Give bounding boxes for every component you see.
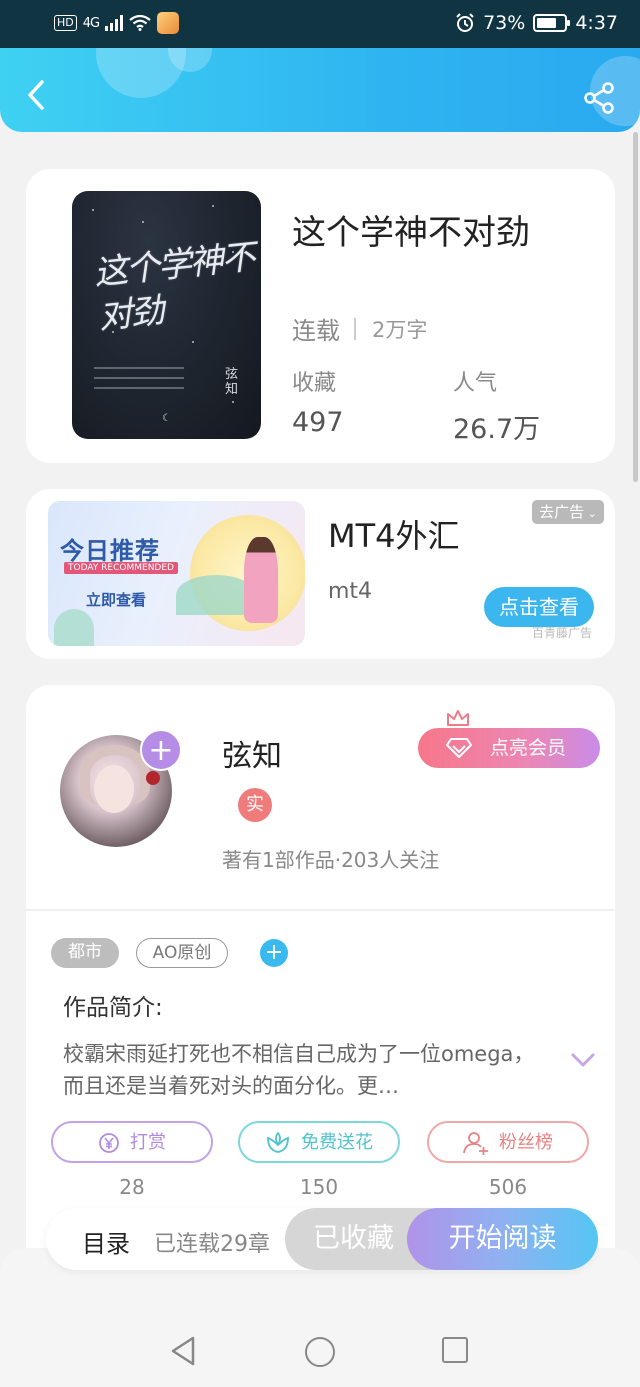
book-status-row: 连载 2万字 [292, 311, 427, 346]
tag-ao-original[interactable]: AO原创 [136, 938, 228, 968]
cover-star [212, 205, 214, 207]
ad-image-subtitle: TODAY RECOMMENDED [64, 562, 178, 574]
status-bar: HD 4G 73% 4:37 [0, 0, 640, 48]
yen-coin-icon [99, 1133, 119, 1153]
circle-home-icon[interactable] [305, 1337, 335, 1367]
avatar-face-shape [94, 765, 134, 813]
toc-button[interactable]: 目录 [82, 1224, 130, 1259]
ad-image-title: 今日推荐 [60, 537, 160, 565]
intro-title: 作品简介: [63, 995, 163, 1021]
cover-star [142, 221, 144, 223]
chevron-down-icon: ⌄ [584, 507, 597, 520]
ad-title: MT4外汇 [328, 517, 460, 555]
word-count: 2万字 [372, 317, 428, 342]
favorites-label: 收藏 [292, 371, 337, 396]
popularity-value: 26.7万 [453, 414, 541, 445]
cover-star [192, 341, 194, 343]
hd-indicator: HD [54, 15, 77, 31]
clock: 4:37 [575, 12, 618, 34]
section-divider [26, 909, 615, 911]
plus-icon: + [264, 940, 284, 965]
ad-subtitle: mt4 [328, 579, 373, 604]
ad-card[interactable]: 今日推荐 TODAY RECOMMENDED 立即查看 MT4外汇 mt4 去广… [26, 489, 615, 659]
favorites-value: 497 [292, 407, 344, 438]
reward-label: 打赏 [130, 1132, 166, 1153]
fan-ranking-button[interactable]: 粉丝榜 [427, 1121, 589, 1163]
back-button[interactable] [22, 78, 52, 112]
tag-city[interactable]: 都市 [51, 938, 119, 968]
network-indicator: 4G [82, 15, 100, 31]
bottom-action-bar: 目录 已连载29章 已收藏 开始阅读 [46, 1208, 598, 1270]
battery-percent: 73% [483, 12, 526, 34]
ad-leaves-shape [54, 609, 94, 646]
battery-icon [533, 14, 571, 32]
follow-author-button[interactable]: + [140, 729, 182, 771]
vip-button[interactable]: 点亮会员 [418, 728, 600, 768]
ad-view-button[interactable]: 点击查看 [484, 587, 594, 627]
status-divider [354, 317, 356, 340]
cover-star [232, 401, 234, 403]
fan-ranking-label: 粉丝榜 [499, 1132, 553, 1153]
flower-icon [267, 1132, 289, 1153]
expand-chevron-icon[interactable] [570, 1051, 596, 1069]
signal-icon [105, 15, 124, 31]
battery-fill [537, 18, 557, 28]
alarm-icon [456, 13, 474, 32]
plus-icon: + [148, 733, 174, 768]
user-rank-icon [463, 1132, 488, 1155]
book-info-card: 这个学神不对劲 弦知 ☾ 这个学神不对劲 连载 2万字 收藏 497 人气 26… [26, 169, 615, 463]
remove-ad-label: 去广告 [539, 503, 585, 521]
fan-count: 506 [488, 1175, 528, 1199]
book-title: 这个学神不对劲 [292, 213, 530, 253]
send-flower-button[interactable]: 免费送花 [238, 1121, 400, 1163]
author-meta: 著有1部作品·203人关注 [222, 848, 440, 872]
ad-image-cta: 立即查看 [86, 591, 147, 609]
reward-count: 28 [119, 1175, 145, 1199]
diamond-icon [446, 738, 472, 758]
share-button[interactable] [584, 82, 616, 114]
top-header [0, 48, 640, 132]
send-flower-label: 免费送花 [301, 1132, 373, 1153]
reward-button[interactable]: 打赏 [51, 1121, 213, 1163]
status-right: 73% 4:37 [455, 12, 618, 34]
triangle-back-icon[interactable] [170, 1336, 196, 1366]
cover-star [92, 209, 94, 211]
status-left: HD 4G [54, 12, 180, 34]
remove-ad-button[interactable]: 去广告 ⌄ [532, 500, 604, 524]
ad-image[interactable]: 今日推荐 TODAY RECOMMENDED 立即查看 [48, 501, 305, 646]
cover-small-text [94, 367, 184, 397]
app-notification-icon [157, 12, 180, 34]
cover-title: 这个学神不对劲 [92, 237, 256, 338]
vip-button-label: 点亮会员 [490, 737, 567, 759]
book-cover[interactable]: 这个学神不对劲 弦知 ☾ [72, 191, 261, 439]
scroll-indicator[interactable] [633, 132, 638, 482]
wifi-icon [129, 15, 151, 31]
intro-text: 校霸宋雨延打死也不相信自己成为了一位omega，而且还是当着死对头的面分化。更… [63, 1042, 535, 1098]
ad-girl-illustration [244, 537, 278, 623]
start-reading-button[interactable]: 开始阅读 [407, 1208, 598, 1270]
ad-source-label: 百青藤广告 [532, 626, 593, 640]
flower-count: 150 [299, 1175, 339, 1199]
popularity-label: 人气 [453, 371, 498, 396]
square-recent-icon[interactable] [442, 1337, 468, 1363]
chapters-count: 已连载29章 [154, 1232, 270, 1257]
avatar-flower-shape [146, 771, 160, 785]
cover-author: 弦知 [225, 367, 239, 397]
crown-icon [447, 710, 469, 726]
verified-badge: 实 [238, 788, 272, 822]
add-tag-button[interactable]: + [260, 939, 288, 967]
serial-status: 连载 [292, 317, 340, 345]
cover-moon-icon: ☾ [162, 413, 171, 424]
author-name: 弦知 [222, 739, 282, 774]
